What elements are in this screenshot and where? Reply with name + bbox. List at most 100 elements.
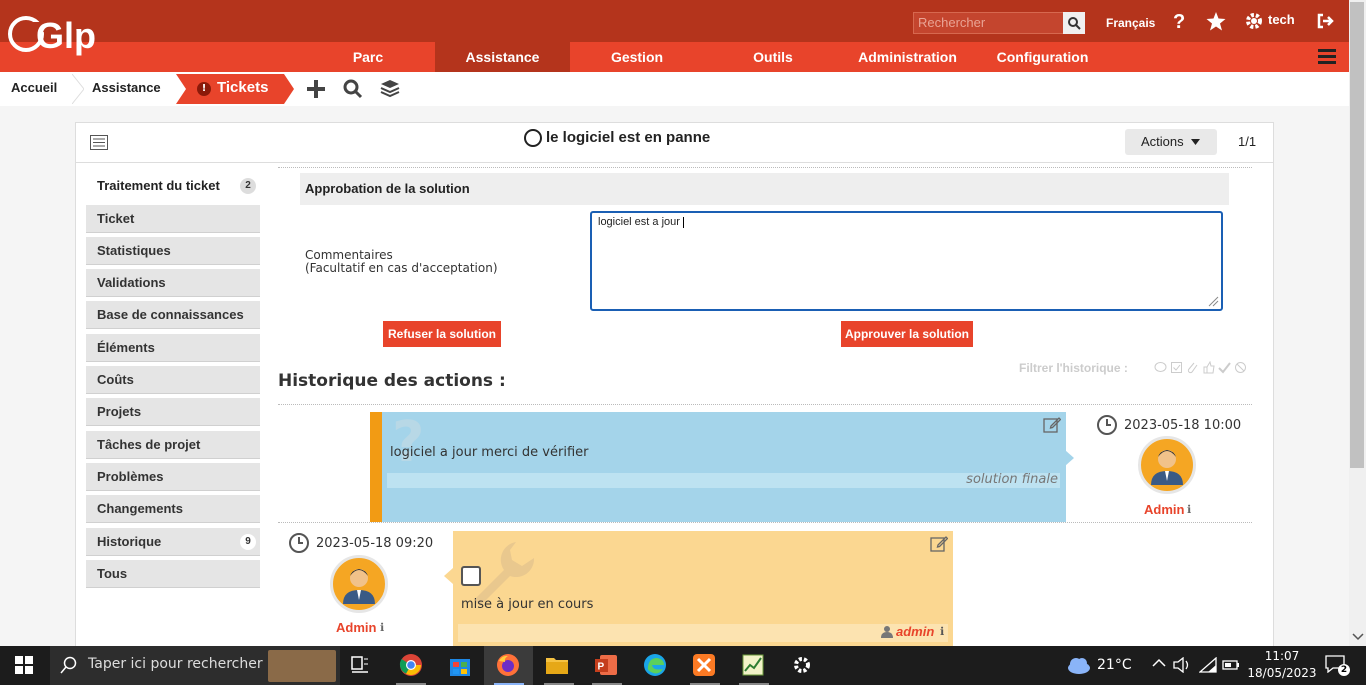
nav-configuration[interactable]: Configuration xyxy=(990,42,1095,72)
app-chart-icon[interactable] xyxy=(741,653,765,677)
notification-count: 2 xyxy=(1338,664,1350,676)
help-icon[interactable]: ? xyxy=(1172,11,1188,35)
nav-administration[interactable]: Administration xyxy=(850,42,965,72)
ticket-title: le logiciel est en panne xyxy=(546,129,711,146)
nav-parc[interactable]: Parc xyxy=(335,42,401,72)
nav-assistance[interactable]: Assistance xyxy=(435,42,570,72)
comment-label: Commentaires xyxy=(305,248,393,262)
star-icon[interactable] xyxy=(1206,12,1226,35)
chrome-icon[interactable] xyxy=(399,653,423,677)
weather-cloud-icon[interactable] xyxy=(1066,655,1092,675)
clock-icon xyxy=(1097,415,1117,435)
sidebar-item-changements[interactable]: Changements xyxy=(86,495,260,523)
refuse-solution-button[interactable]: Refuser la solution xyxy=(383,321,501,347)
sidebar-item-couts[interactable]: Coûts xyxy=(86,366,260,394)
task-view-icon[interactable] xyxy=(351,656,369,674)
scrollbar-thumb[interactable] xyxy=(1350,2,1364,468)
sidebar-item-taches-projet[interactable]: Tâches de projet xyxy=(86,431,260,459)
solution-item xyxy=(382,412,1066,522)
approve-solution-button[interactable]: Approuver la solution xyxy=(841,321,973,347)
layers-icon[interactable] xyxy=(380,79,400,103)
breadcrumb-home[interactable]: Accueil xyxy=(11,72,57,104)
xampp-icon[interactable] xyxy=(692,653,716,677)
edge-icon[interactable] xyxy=(643,653,667,677)
sidebar-item-problemes[interactable]: Problèmes xyxy=(86,463,260,491)
comment-hint: (Facultatif en cas d'acceptation) xyxy=(305,261,498,275)
validation-filter-icon[interactable] xyxy=(1202,361,1215,374)
resize-handle-icon[interactable] xyxy=(1207,295,1219,307)
powerpoint-icon[interactable]: P xyxy=(594,653,618,677)
history-item-timestamp: 2023-05-18 09:20 xyxy=(316,536,434,551)
comment-filter-icon[interactable] xyxy=(1154,361,1167,374)
history-item-user[interactable]: Admin xyxy=(336,620,376,635)
info-icon[interactable]: ℹ xyxy=(940,625,944,638)
sidebar-item-projets[interactable]: Projets xyxy=(86,398,260,426)
actions-button[interactable]: Actions xyxy=(1125,129,1217,155)
sidebar-item-validations[interactable]: Validations xyxy=(86,269,260,297)
logout-icon[interactable] xyxy=(1316,12,1334,34)
task-checkbox[interactable] xyxy=(461,566,481,586)
store-icon[interactable] xyxy=(448,653,472,677)
wifi-icon[interactable] xyxy=(1199,657,1217,673)
history-title: Historique des actions : xyxy=(278,371,506,391)
sidebar-item-elements[interactable]: Éléments xyxy=(86,334,260,362)
avatar[interactable] xyxy=(330,555,388,613)
document-filter-icon[interactable] xyxy=(1186,361,1199,374)
pager: 1/1 xyxy=(1238,134,1257,149)
search-highlight-image xyxy=(268,650,336,682)
gear-icon[interactable] xyxy=(1245,12,1263,34)
approval-title: Approbation de la solution xyxy=(300,173,1229,205)
clock-time[interactable]: 11:07 xyxy=(1252,649,1312,663)
sidebar-item-base-connaissances[interactable]: Base de connaissances xyxy=(86,301,260,329)
sidebar-item-traitement[interactable]: Traitement du ticket 2 xyxy=(86,172,260,200)
info-icon[interactable]: ℹ xyxy=(380,621,384,634)
list-icon[interactable] xyxy=(90,135,108,154)
settings-icon[interactable] xyxy=(792,655,812,675)
windows-start-icon[interactable] xyxy=(15,656,33,674)
user-menu[interactable]: tech xyxy=(1268,12,1295,27)
task-filter-icon[interactable] xyxy=(1170,361,1183,374)
breadcrumb-assistance[interactable]: Assistance xyxy=(92,72,161,104)
glpi-logo[interactable]: Glpi xyxy=(4,12,106,62)
sidebar-item-historique[interactable]: Historique 9 xyxy=(86,528,260,556)
search-input[interactable]: Rechercher xyxy=(913,12,1065,34)
chevron-up-icon[interactable] xyxy=(1152,658,1166,668)
search-icon[interactable] xyxy=(343,79,363,103)
task-author[interactable]: admin xyxy=(896,624,934,639)
sidebar-item-statistiques[interactable]: Statistiques xyxy=(86,237,260,265)
file-explorer-icon[interactable] xyxy=(545,653,569,677)
battery-icon[interactable] xyxy=(1222,658,1240,672)
history-filter-label: Filtrer l'historique : xyxy=(1019,361,1128,375)
svg-text:Glpi: Glpi xyxy=(36,15,96,56)
edit-icon[interactable] xyxy=(1043,416,1062,437)
nav-outils[interactable]: Outils xyxy=(742,42,804,72)
nav-gestion[interactable]: Gestion xyxy=(598,42,676,72)
reset-filter-icon[interactable] xyxy=(1234,361,1247,374)
history-item-timestamp: 2023-05-18 10:00 xyxy=(1124,418,1242,433)
solution-filter-icon[interactable] xyxy=(1218,361,1231,374)
weather-temp[interactable]: 21°C xyxy=(1097,657,1132,673)
avatar[interactable] xyxy=(1138,436,1196,494)
edit-icon[interactable] xyxy=(930,535,949,556)
search-icon xyxy=(60,656,77,674)
hamburger-menu-icon[interactable] xyxy=(1318,49,1336,68)
history-item-text: mise à jour en cours xyxy=(461,597,594,612)
firefox-icon[interactable] xyxy=(496,653,520,677)
clock-icon xyxy=(289,533,309,553)
history-item-user[interactable]: Admin xyxy=(1144,502,1184,517)
search-icon xyxy=(1068,17,1081,30)
taskbar-search-placeholder: Taper ici pour rechercher xyxy=(88,656,263,672)
comment-textarea[interactable]: logiciel est a jour xyxy=(590,211,1223,311)
status-new-icon xyxy=(524,129,542,147)
info-icon[interactable]: ℹ xyxy=(1187,503,1191,516)
clock-date[interactable]: 18/05/2023 xyxy=(1246,666,1318,680)
sidebar-item-tous[interactable]: Tous xyxy=(86,560,260,588)
scroll-down-icon[interactable] xyxy=(1352,632,1364,642)
search-button[interactable] xyxy=(1063,12,1085,34)
sidebar-item-ticket[interactable]: Ticket xyxy=(86,205,260,233)
language-selector[interactable]: Français xyxy=(1106,16,1155,30)
breadcrumb-tickets[interactable]: Tickets xyxy=(217,72,268,104)
history-filters xyxy=(1154,361,1247,374)
add-icon[interactable] xyxy=(306,79,326,103)
volume-icon[interactable] xyxy=(1173,657,1191,673)
